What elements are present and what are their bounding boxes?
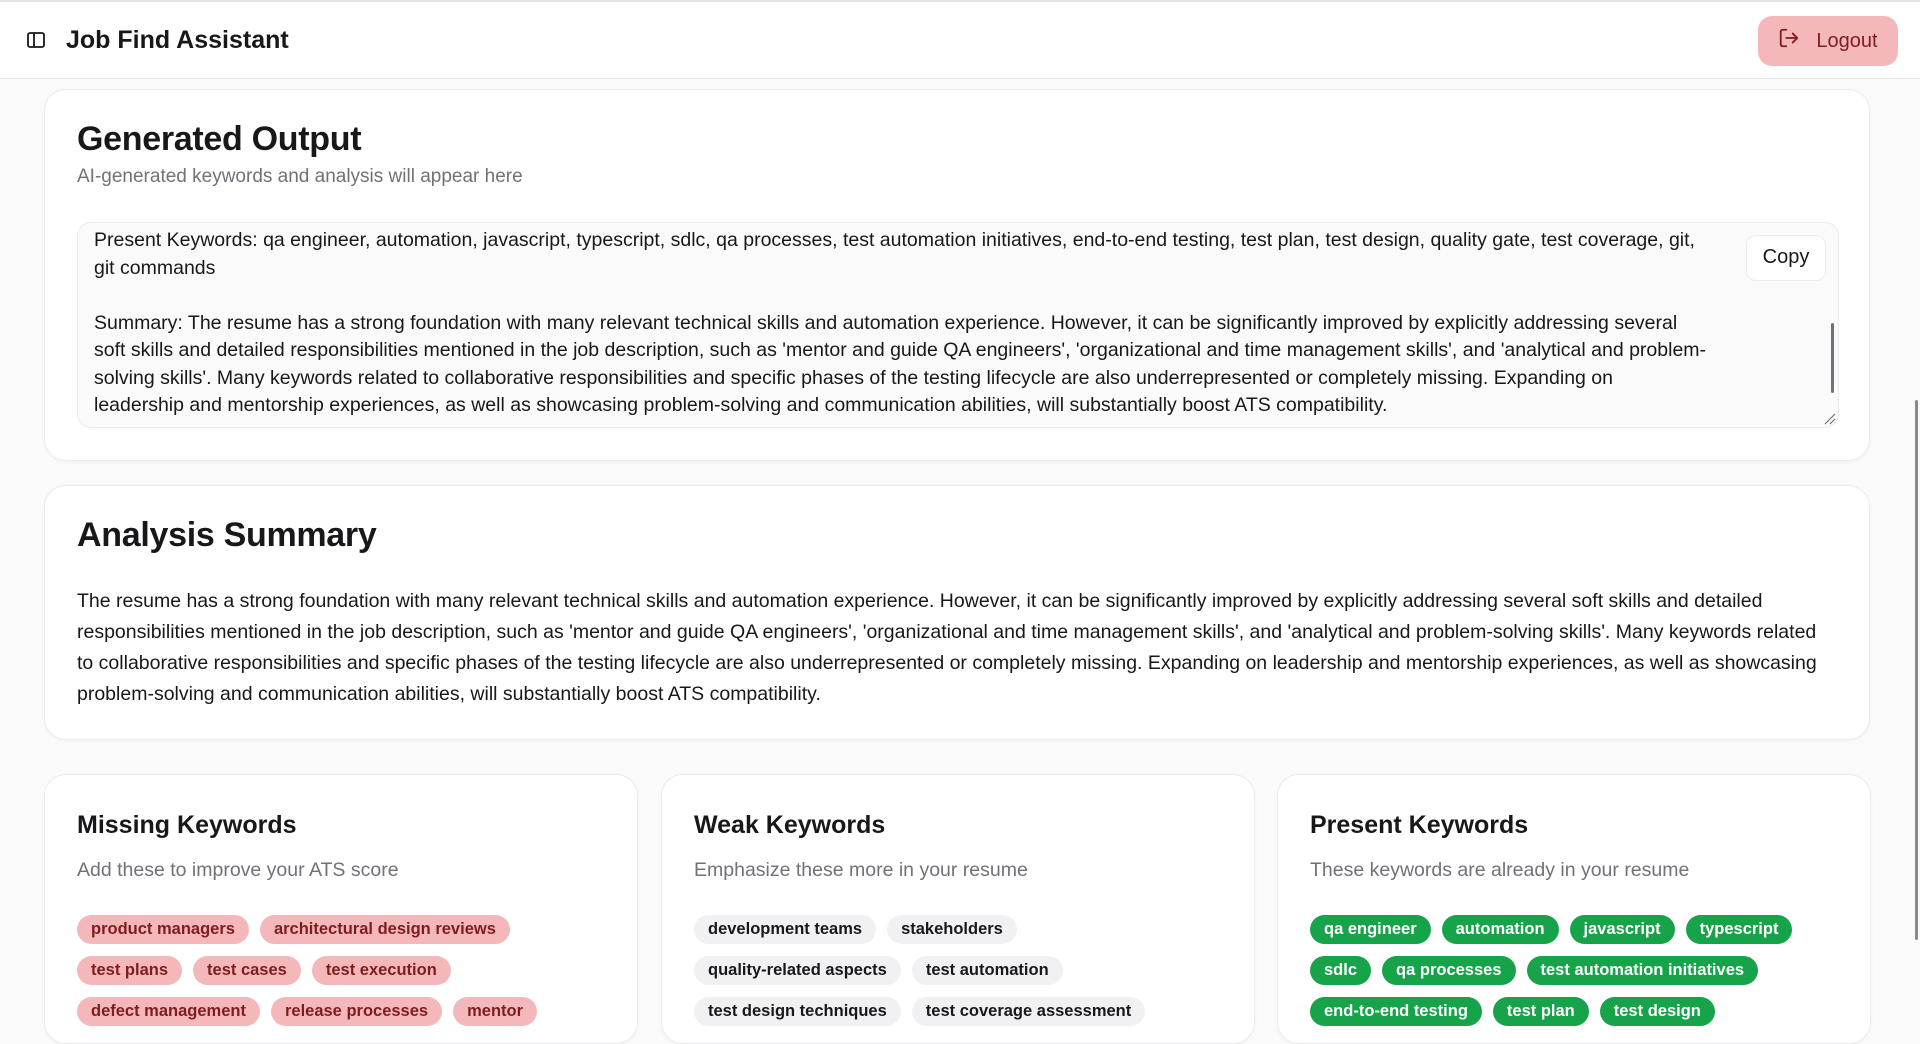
present-keywords-card: Present Keywords These keywords are alre… <box>1277 774 1871 1044</box>
weak-keywords-subtitle: Emphasize these more in your resume <box>694 859 1028 881</box>
missing-keyword-chip: test execution <box>311 956 451 985</box>
weak-keyword-chip: test coverage assessment <box>911 997 1146 1026</box>
generated-output-textarea[interactable]: Present Keywords: qa engineer, automatio… <box>77 222 1839 428</box>
weak-keyword-chip: test automation <box>911 956 1063 985</box>
weak-keyword-chip: development teams <box>694 915 877 944</box>
generated-output-subtitle: AI-generated keywords and analysis will … <box>77 166 523 187</box>
present-keyword-chip: automation <box>1441 915 1559 944</box>
present-keyword-chip: javascript <box>1569 915 1675 944</box>
present-keyword-chip: qa processes <box>1382 956 1516 985</box>
missing-keywords-subtitle: Add these to improve your ATS score <box>77 859 399 881</box>
missing-keywords-list: product managers architectural design re… <box>77 915 613 1026</box>
logout-label: Logout <box>1816 29 1878 52</box>
copy-button[interactable]: Copy <box>1746 235 1826 281</box>
present-keywords-title: Present Keywords <box>1310 811 1529 839</box>
present-keyword-chip: test plan <box>1492 997 1589 1026</box>
missing-keyword-chip: architectural design reviews <box>259 915 510 944</box>
page-scrollbar[interactable] <box>1915 400 1918 940</box>
weak-keywords-list: development teams stakeholders quality-r… <box>694 915 1230 1026</box>
present-keyword-chip: qa engineer <box>1310 915 1431 944</box>
missing-keyword-chip: test plans <box>77 956 183 985</box>
missing-keyword-chip: defect management <box>77 997 260 1026</box>
output-summary-line: Summary: The resume has a strong foundat… <box>94 311 1707 417</box>
logout-button[interactable]: Logout <box>1758 16 1898 66</box>
weak-keyword-chip: test design techniques <box>694 997 901 1026</box>
generated-output-title: Generated Output <box>77 120 362 158</box>
weak-keywords-card: Weak Keywords Emphasize these more in yo… <box>661 774 1255 1044</box>
present-keyword-chip: test design <box>1599 997 1715 1026</box>
present-keyword-chip: typescript <box>1685 915 1793 944</box>
generated-output-card: Generated Output AI-generated keywords a… <box>44 89 1870 461</box>
output-present-keywords-line: Present Keywords: qa engineer, automatio… <box>94 229 1695 279</box>
missing-keyword-chip: release processes <box>270 997 443 1026</box>
sidebar-toggle-icon[interactable] <box>24 28 48 52</box>
logout-icon <box>1778 27 1800 55</box>
weak-keywords-title: Weak Keywords <box>694 811 886 839</box>
present-keyword-chip: sdlc <box>1310 956 1372 985</box>
present-keywords-subtitle: These keywords are already in your resum… <box>1310 859 1690 881</box>
weak-keyword-chip: stakeholders <box>887 915 1017 944</box>
top-bar: Job Find Assistant Logout <box>0 0 1920 79</box>
missing-keyword-chip: product managers <box>77 915 249 944</box>
missing-keyword-chip: mentor <box>453 997 538 1026</box>
textarea-scrollbar[interactable] <box>1831 323 1834 393</box>
analysis-summary-card: Analysis Summary The resume has a strong… <box>44 485 1870 740</box>
present-keywords-list: qa engineer automation javascript typesc… <box>1310 915 1846 1026</box>
resize-grip-icon[interactable] <box>1822 411 1836 425</box>
weak-keyword-chip: quality-related aspects <box>694 956 901 985</box>
missing-keywords-title: Missing Keywords <box>77 811 297 839</box>
analysis-summary-text: The resume has a strong foundation with … <box>77 590 1817 705</box>
missing-keyword-chip: test cases <box>193 956 301 985</box>
app-title: Job Find Assistant <box>66 25 289 54</box>
present-keyword-chip: test automation initiatives <box>1526 956 1759 985</box>
present-keyword-chip: end-to-end testing <box>1310 997 1482 1026</box>
analysis-summary-title: Analysis Summary <box>77 516 377 554</box>
missing-keywords-card: Missing Keywords Add these to improve yo… <box>44 774 638 1044</box>
